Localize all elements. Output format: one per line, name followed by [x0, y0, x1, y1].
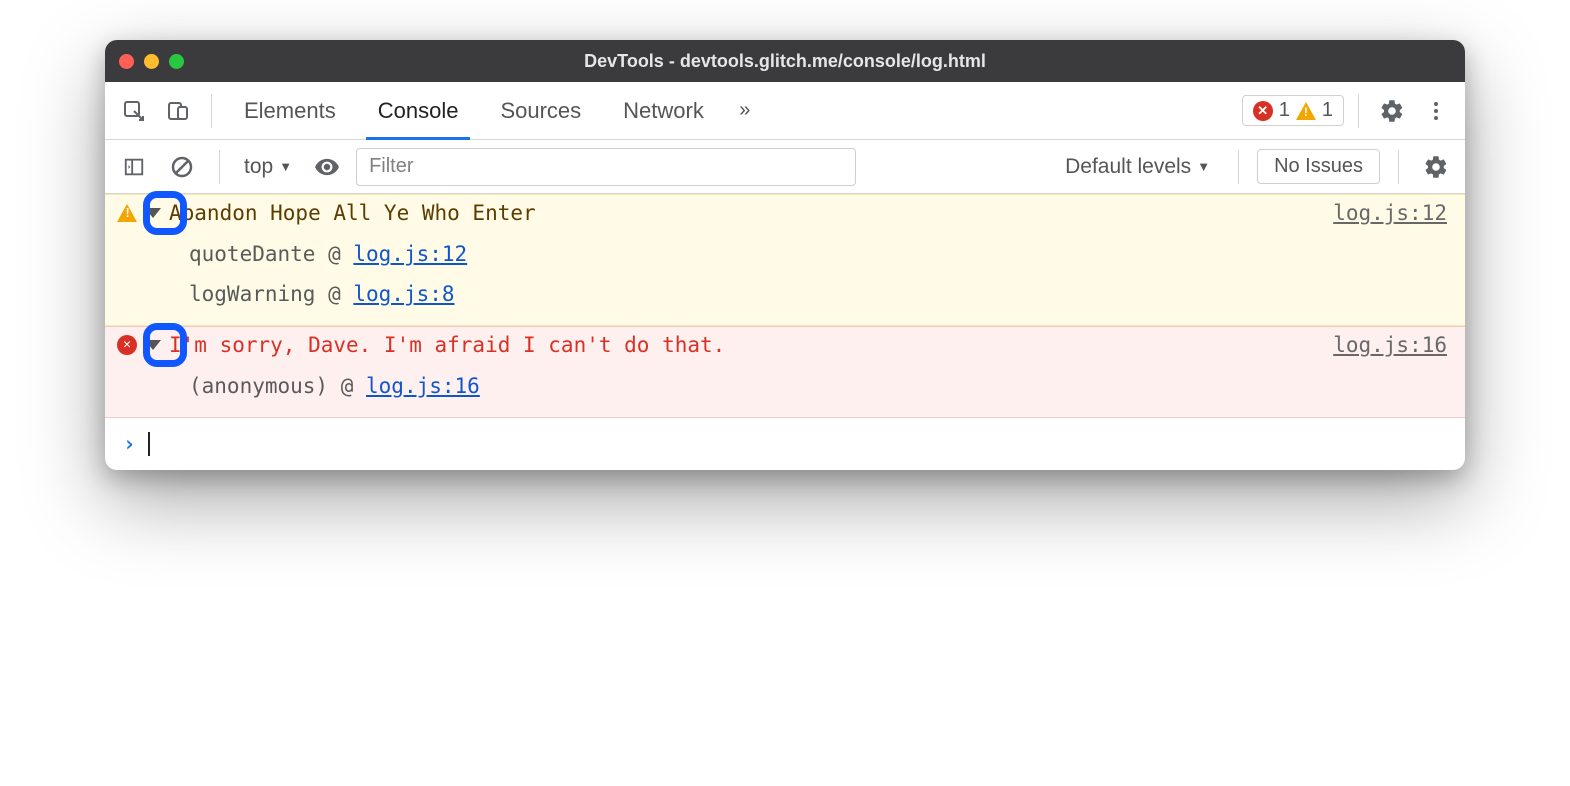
console-settings-icon[interactable] — [1417, 148, 1455, 186]
stack-fn: logWarning — [189, 282, 315, 306]
text-cursor — [148, 432, 150, 456]
tab-network[interactable]: Network — [605, 82, 722, 139]
issues-button[interactable]: No Issues — [1257, 149, 1380, 184]
kebab-menu-icon[interactable] — [1417, 92, 1455, 130]
devtools-window: DevTools - devtools.glitch.me/console/lo… — [105, 40, 1465, 470]
inspect-element-icon[interactable] — [115, 92, 153, 130]
warning-icon — [1296, 102, 1316, 120]
sidebar-toggle-icon[interactable] — [115, 148, 153, 186]
main-tabsbar: Elements Console Sources Network » ✕ 1 1 — [105, 82, 1465, 140]
clear-console-icon[interactable] — [163, 148, 201, 186]
error-icon: ✕ — [117, 335, 137, 355]
message-text: Abandon Hope All Ye Who Enter — [169, 201, 536, 225]
stack-fn: quoteDante — [189, 242, 315, 266]
divider — [211, 94, 212, 128]
levels-label: Default levels — [1065, 155, 1191, 179]
divider — [1398, 150, 1399, 184]
filter-input[interactable] — [356, 148, 856, 186]
source-link[interactable]: log.js:12 — [1333, 201, 1447, 225]
settings-icon[interactable] — [1373, 92, 1411, 130]
stack-frame: logWarning @ log.js:8 — [189, 275, 1447, 315]
stack-link[interactable]: log.js:8 — [353, 282, 454, 306]
window-controls — [119, 54, 184, 69]
console-message-error: ✕ I'm sorry, Dave. I'm afraid I can't do… — [105, 326, 1465, 418]
stack-fn: (anonymous) — [189, 374, 328, 398]
minimize-window-button[interactable] — [144, 54, 159, 69]
error-icon: ✕ — [1253, 101, 1273, 121]
stack-trace: quoteDante @ log.js:12 logWarning @ log.… — [117, 235, 1447, 315]
prompt-caret-icon: › — [123, 432, 136, 456]
tab-console[interactable]: Console — [360, 82, 477, 139]
close-window-button[interactable] — [119, 54, 134, 69]
stack-link[interactable]: log.js:16 — [366, 374, 480, 398]
tab-sources[interactable]: Sources — [482, 82, 599, 139]
context-selector[interactable]: top ▼ — [238, 155, 298, 179]
device-toolbar-icon[interactable] — [159, 92, 197, 130]
issue-badges[interactable]: ✕ 1 1 — [1242, 95, 1344, 126]
more-tabs-button[interactable]: » — [728, 99, 762, 122]
tab-elements[interactable]: Elements — [226, 82, 354, 139]
console-toolbar: top ▼ Default levels ▼ No Issues — [105, 140, 1465, 194]
message-text: I'm sorry, Dave. I'm afraid I can't do t… — [169, 333, 725, 357]
console-prompt[interactable]: › — [105, 418, 1465, 470]
stack-frame: quoteDante @ log.js:12 — [189, 235, 1447, 275]
chevron-down-icon: ▼ — [1197, 159, 1210, 174]
stack-link[interactable]: log.js:12 — [353, 242, 467, 266]
divider — [1358, 94, 1359, 128]
chevron-down-icon: ▼ — [279, 159, 292, 174]
stack-trace: (anonymous) @ log.js:16 — [117, 367, 1447, 407]
expand-toggle-icon[interactable] — [145, 340, 161, 350]
console-message-warning: Abandon Hope All Ye Who Enter log.js:12 … — [105, 194, 1465, 326]
context-label: top — [244, 155, 273, 179]
source-link[interactable]: log.js:16 — [1333, 333, 1447, 357]
stack-frame: (anonymous) @ log.js:16 — [189, 367, 1447, 407]
divider — [219, 150, 220, 184]
live-expression-icon[interactable] — [308, 148, 346, 186]
error-count: 1 — [1279, 99, 1290, 122]
window-title: DevTools - devtools.glitch.me/console/lo… — [105, 51, 1465, 72]
expand-toggle-icon[interactable] — [145, 208, 161, 218]
divider — [1238, 150, 1239, 184]
warning-icon — [117, 204, 137, 222]
warning-count: 1 — [1322, 99, 1333, 122]
log-levels-selector[interactable]: Default levels ▼ — [1055, 155, 1220, 179]
titlebar: DevTools - devtools.glitch.me/console/lo… — [105, 40, 1465, 82]
maximize-window-button[interactable] — [169, 54, 184, 69]
